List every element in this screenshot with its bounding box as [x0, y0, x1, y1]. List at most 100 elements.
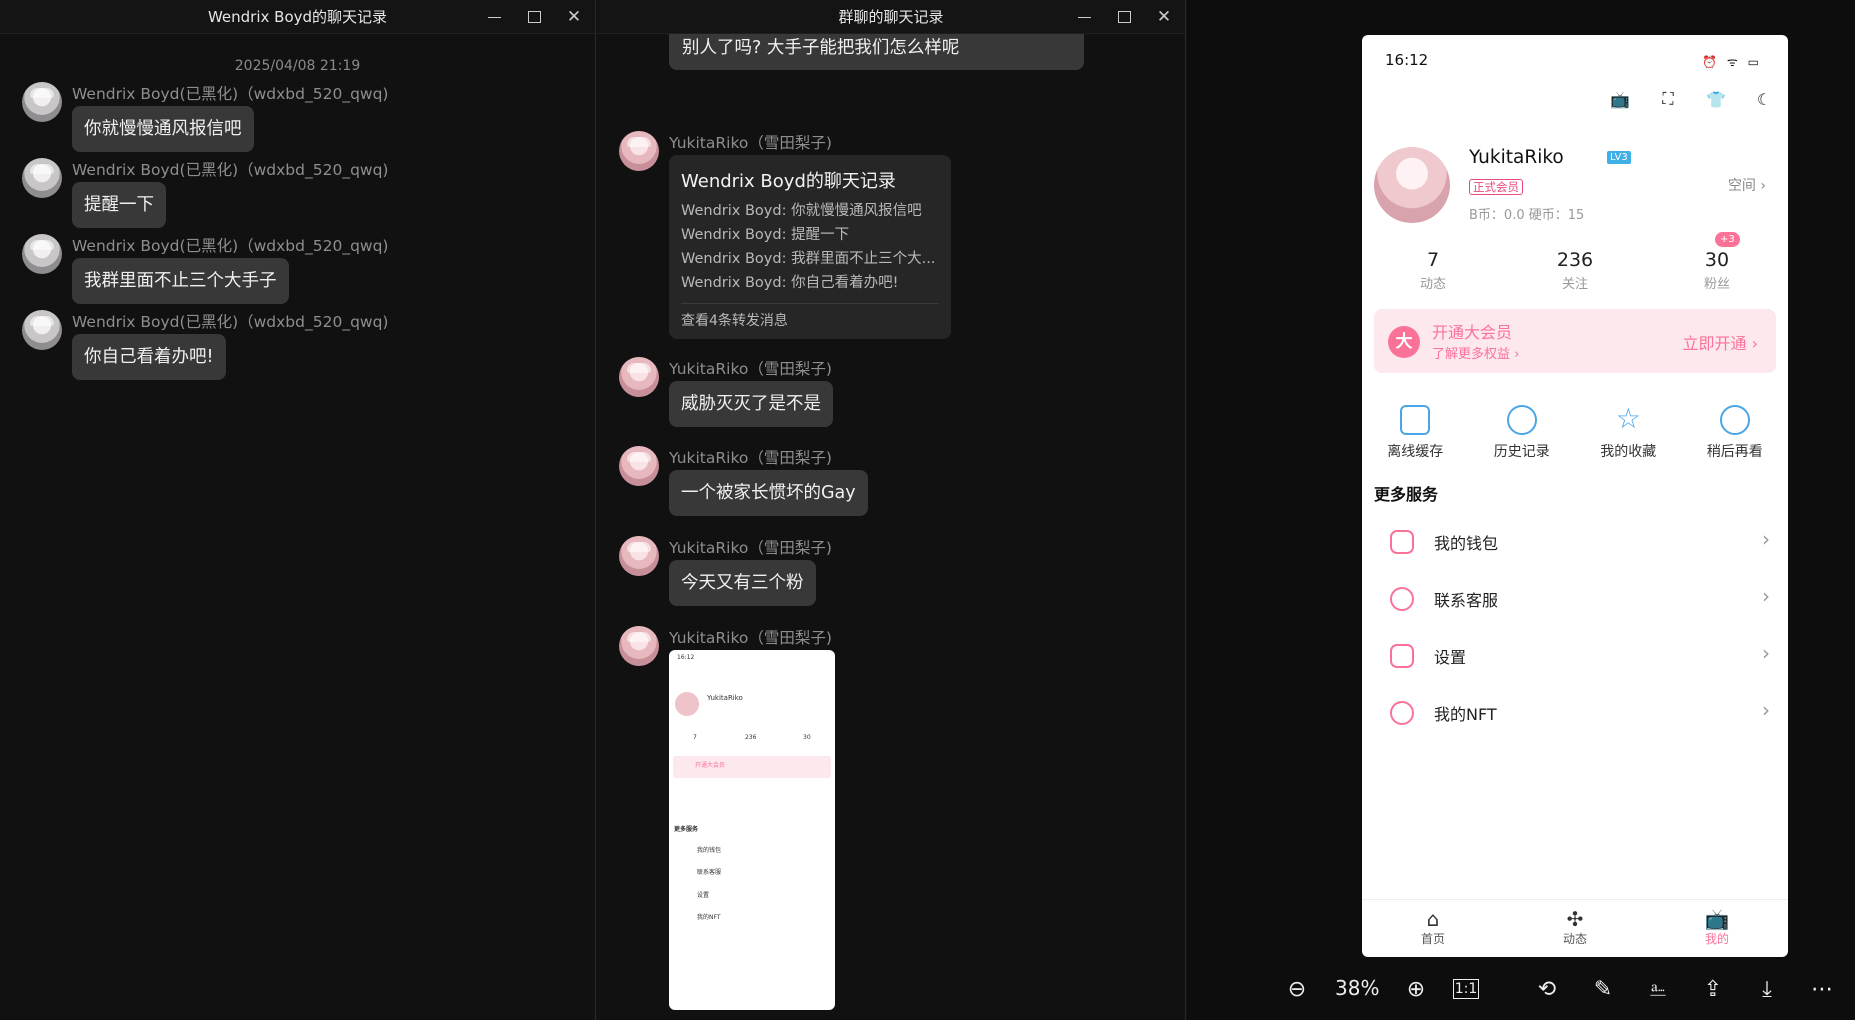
vip-title: 开通大会员 [1432, 323, 1513, 342]
maximize-button[interactable] [525, 8, 543, 26]
nft-icon [1390, 701, 1414, 725]
stat-label: 粉丝 [1703, 277, 1730, 292]
space-label: 空间 [1727, 178, 1756, 194]
top-icons: 📺 ⛶ 👕 ☾ [1606, 85, 1778, 113]
message-bubble[interactable]: 你就慢慢通风报信吧 [72, 106, 254, 152]
more-icon[interactable]: ⋯ [1807, 974, 1837, 1004]
tab-dynamic[interactable]: ✣ 动态 [1504, 900, 1646, 957]
vip-open-button[interactable]: 立即开通 › [1683, 330, 1759, 354]
offline-cache-button[interactable]: 离线缓存 [1362, 405, 1469, 461]
avatar[interactable] [22, 234, 62, 274]
message-bubble[interactable]: 我群里面不止三个大手子 [72, 258, 289, 304]
chevron-right-icon: › [1762, 641, 1770, 665]
download-icon[interactable]: ⤓ [1752, 974, 1782, 1004]
close-button[interactable]: ✕ [1155, 8, 1173, 26]
tv-icon: 📺 [1704, 907, 1730, 931]
service-support[interactable]: 联系客服 › [1362, 571, 1788, 628]
shirt-icon[interactable]: 👕 [1702, 85, 1730, 113]
tab-label: 我的 [1704, 932, 1729, 946]
sender-name: YukitaRiko（雪田梨子) [669, 629, 832, 647]
minimize-button[interactable] [1075, 8, 1093, 26]
tv-icon[interactable]: 📺 [1606, 85, 1634, 113]
username: YukitaRiko [1469, 147, 1564, 168]
avatar[interactable] [22, 82, 62, 122]
scan-icon[interactable]: ⛶ [1654, 85, 1682, 113]
avatar[interactable] [1374, 147, 1450, 223]
forward-line: Wendrix Boyd: 我群里面不止三个大... [681, 251, 936, 267]
service-settings[interactable]: 设置 › [1362, 628, 1788, 685]
more-services-heading: 更多服务 [1374, 485, 1439, 504]
rotate-icon[interactable]: ⟲ [1532, 974, 1562, 1004]
service-label: 联系客服 [1434, 591, 1499, 610]
favorites-button[interactable]: ☆ 我的收藏 [1575, 405, 1682, 461]
tab-mine[interactable]: 📺 我的 [1646, 900, 1788, 957]
stat-value: 30 [1704, 249, 1730, 271]
window-title: 群聊的聊天记录 [838, 8, 944, 26]
close-button[interactable]: ✕ [565, 8, 583, 26]
screenshot-thumbnail[interactable]: 16:12 YukitaRiko 7 236 30 开通大会员 更多服务 我的钱… [669, 650, 835, 1010]
space-link[interactable]: 空间 › [1728, 175, 1766, 195]
viewer-toolbar: ⊖ 38% ⊕ 1:1 ⟲ ✎ ⎁ ⇪ ⤓ ⋯ [1187, 958, 1855, 1020]
chevron-right-icon: › [1762, 527, 1770, 551]
avatar[interactable] [22, 158, 62, 198]
pinwheel-icon: ✣ [1566, 907, 1584, 931]
share-icon[interactable]: ⇪ [1698, 974, 1728, 1004]
vip-banner[interactable]: 大 开通大会员 了解更多权益 › 立即开通 › [1374, 309, 1776, 373]
zoom-in-icon[interactable]: ⊕ [1401, 974, 1431, 1004]
sender-name: Wendrix Boyd(已黑化)（wdxbd_520_qwq) [72, 313, 389, 331]
service-nft[interactable]: 我的NFT › [1362, 685, 1788, 742]
avatar[interactable] [619, 446, 659, 486]
date-stamp: 2025/04/08 21:19 [234, 58, 361, 74]
avatar[interactable] [619, 626, 659, 666]
thumb-stat: 236 [745, 734, 757, 741]
chat-history-window-2: @Wendrix Boyd 主播不是退网了吗? Kor不是给别人了吗? 大手子能… [597, 0, 1186, 1020]
level-badge: LV3 [1607, 151, 1631, 164]
coins-text: B币：0.0 硬币：15 [1469, 208, 1585, 223]
avatar[interactable] [22, 310, 62, 350]
sender-name: Wendrix Boyd(已黑化)（wdxbd_520_qwq) [72, 85, 389, 103]
avatar[interactable] [619, 131, 659, 171]
stat-following[interactable]: 236 关注 [1504, 249, 1646, 292]
watch-later-button[interactable]: 稍后再看 [1682, 405, 1789, 461]
text-recognize-icon[interactable]: ⎁ [1643, 974, 1673, 1004]
message-bubble[interactable]: 今天又有三个粉 [669, 560, 816, 606]
actual-size-button[interactable]: 1:1 [1453, 979, 1479, 999]
download-icon [1400, 405, 1431, 435]
home-icon: ⌂ [1426, 907, 1440, 931]
moon-icon[interactable]: ☾ [1750, 85, 1778, 113]
view-forward-link[interactable]: 查看4条转发消息 [681, 303, 939, 330]
avatar[interactable] [619, 536, 659, 576]
chevron-right-icon: › [1762, 698, 1770, 722]
tab-home[interactable]: ⌂ 首页 [1362, 900, 1504, 957]
stats-row: 7 动态 236 关注 30 粉丝 [1362, 249, 1788, 292]
chevron-right-icon: › [1762, 584, 1770, 608]
maximize-button[interactable] [1115, 8, 1133, 26]
service-wallet[interactable]: 我的钱包 › [1362, 514, 1788, 571]
stat-value: 7 [1426, 249, 1440, 271]
history-button[interactable]: 历史记录 [1469, 405, 1576, 461]
headset-icon [1390, 587, 1414, 611]
zoom-out-icon[interactable]: ⊖ [1282, 974, 1312, 1004]
window-title-bar[interactable]: 群聊的聊天记录 ✕ [597, 0, 1185, 34]
history-icon [1506, 405, 1537, 435]
thumb-username: YukitaRiko [707, 694, 743, 702]
message-bubble[interactable]: 提醒一下 [72, 182, 166, 228]
thumb-vip-text: 开通大会员 [695, 762, 726, 769]
play-later-icon [1719, 405, 1750, 435]
thumb-service: 我的NFT [697, 914, 721, 921]
minimize-button[interactable] [485, 8, 503, 26]
forwarded-chat-card[interactable]: Wendrix Boyd的聊天记录 Wendrix Boyd: 你就慢慢通风报信… [669, 155, 951, 339]
sender-name: YukitaRiko（雪田梨子) [669, 134, 832, 152]
message-bubble[interactable]: 威胁灭灭了是不是 [669, 381, 833, 427]
avatar[interactable] [619, 357, 659, 397]
vip-subtitle[interactable]: 了解更多权益 › [1432, 343, 1519, 362]
window-title-bar[interactable]: Wendrix Boyd的聊天记录 ✕ [0, 0, 595, 34]
edit-pen-icon[interactable]: ✎ [1588, 974, 1618, 1004]
zoom-level: 38% [1335, 976, 1380, 1000]
message-bubble[interactable]: 一个被家长惯坏的Gay [669, 470, 868, 516]
message-bubble[interactable]: 你自己看着办吧! [72, 334, 226, 380]
quick-label: 历史记录 [1493, 444, 1550, 460]
stat-dynamic[interactable]: 7 动态 [1362, 249, 1504, 292]
sender-name: YukitaRiko（雪田梨子) [669, 360, 832, 378]
stat-fans[interactable]: 30 粉丝 [1646, 249, 1788, 292]
